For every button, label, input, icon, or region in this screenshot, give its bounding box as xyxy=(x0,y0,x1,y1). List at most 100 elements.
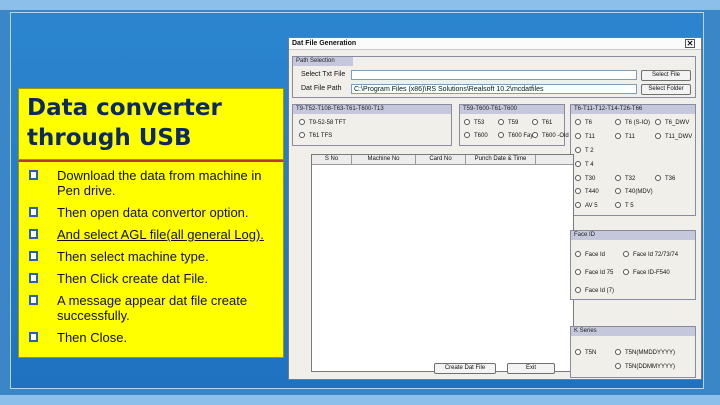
radio-t61-tfs[interactable]: T61 TFS xyxy=(299,132,332,140)
radio-t11-a[interactable]: T11 xyxy=(575,133,595,141)
txt-file-input[interactable] xyxy=(351,70,637,80)
radio-t6-sio[interactable]: T6 (S-IO) xyxy=(615,119,650,127)
k-series-header: K Series xyxy=(571,327,695,336)
radio-face-id[interactable]: Face Id xyxy=(575,251,605,259)
checkbox-bullet-icon xyxy=(29,273,38,283)
radio-t5[interactable]: T 5 xyxy=(615,202,634,210)
radio-icon xyxy=(623,269,629,275)
window-titlebar: Dat File Generation ✕ xyxy=(289,38,701,50)
radio-t5n-ddmmyyyy[interactable]: T5N(DDMMYYYY) xyxy=(615,363,675,371)
radio-t40-mdv[interactable]: T40(MDV) xyxy=(615,188,653,196)
machine-group-t9-header: T9-T52-T108-T63-T61-T600-T13 xyxy=(293,105,451,114)
close-icon[interactable]: ✕ xyxy=(685,39,695,48)
face-id-header: Face ID xyxy=(571,231,695,240)
slide-title-box: Data converter through USB xyxy=(18,88,284,160)
face-id-group: Face ID Face Id Face Id 72/73/74 Face Id… xyxy=(570,230,696,300)
radio-icon xyxy=(575,175,581,181)
checkbox-bullet-icon xyxy=(29,295,38,305)
dat-path-input[interactable]: C:\Program Files (x86)\RS Solutions\Real… xyxy=(351,84,637,94)
dat-file-generation-window: Dat File Generation ✕ Path Selection Sel… xyxy=(288,37,702,380)
radio-t5n[interactable]: T5N xyxy=(575,349,596,357)
radio-t6-dwv[interactable]: T6_DWV xyxy=(655,119,689,127)
grid-col-machine-no[interactable]: Machine No xyxy=(352,155,416,164)
radio-face-id-75[interactable]: Face Id 75 xyxy=(575,269,613,277)
radio-icon xyxy=(498,119,504,125)
radio-t11-b[interactable]: T11 xyxy=(615,133,635,141)
radio-t600[interactable]: T600 xyxy=(464,132,488,140)
radio-icon xyxy=(575,133,581,139)
radio-icon xyxy=(623,251,629,257)
checkbox-bullet-icon xyxy=(29,229,38,239)
radio-icon xyxy=(464,132,470,138)
k-series-group: K Series T5N T5N(MMDDYYYY) T5N(DDMMYYYY) xyxy=(570,326,696,378)
path-selection-header: Path Selection xyxy=(293,57,353,66)
radio-t30[interactable]: T30 xyxy=(575,175,595,183)
radio-t600-old[interactable]: T600 -Old xyxy=(532,132,569,140)
radio-icon xyxy=(575,188,581,194)
bullet-item: Then Click create dat File. xyxy=(25,271,277,286)
select-file-button[interactable]: Select File xyxy=(641,70,691,81)
radio-icon xyxy=(615,202,621,208)
radio-icon xyxy=(655,175,661,181)
slide-title: Data converter through USB xyxy=(27,95,222,151)
bottom-edge-band xyxy=(0,395,720,405)
exit-button[interactable]: Exit xyxy=(507,363,555,374)
radio-icon xyxy=(615,175,621,181)
radio-face-id-f540[interactable]: Face ID-F540 xyxy=(623,269,670,277)
radio-icon xyxy=(575,147,581,153)
machine-group-t9: T9-T52-T108-T63-T61-T600-T13 T9-52-58 TF… xyxy=(292,104,452,146)
radio-icon xyxy=(575,119,581,125)
radio-icon xyxy=(575,251,581,257)
radio-icon xyxy=(575,349,581,355)
radio-t61[interactable]: T61 xyxy=(532,119,552,127)
create-dat-file-button[interactable]: Create Dat File xyxy=(434,363,496,374)
grid-col-punch-date[interactable]: Punch Date & Time xyxy=(466,155,536,164)
radio-t9-52-58-tft[interactable]: T9-52-58 TFT xyxy=(299,119,346,127)
radio-t53[interactable]: T53 xyxy=(464,119,484,127)
radio-t4[interactable]: T 4 xyxy=(575,161,594,169)
radio-t32[interactable]: T32 xyxy=(615,175,635,183)
radio-face-id-72-73-74[interactable]: Face Id 72/73/74 xyxy=(623,251,678,259)
radio-icon xyxy=(575,269,581,275)
radio-t59[interactable]: T59 xyxy=(498,119,518,127)
bullet-item: Then open data convertor option. xyxy=(25,205,277,220)
radio-t11-dwv[interactable]: T11_DWV xyxy=(655,133,692,141)
radio-t5n-mmddyyyy[interactable]: T5N(MMDDYYYY) xyxy=(615,349,675,357)
radio-icon xyxy=(655,133,661,139)
radio-icon xyxy=(655,119,661,125)
radio-face-id-7[interactable]: Face Id (7) xyxy=(575,287,614,295)
radio-icon xyxy=(299,119,305,125)
radio-av5[interactable]: AV 5 xyxy=(575,202,598,210)
radio-t36[interactable]: T36 xyxy=(655,175,675,183)
bullet-list: Download the data from machine in Pen dr… xyxy=(18,160,284,358)
radio-t6[interactable]: T6 xyxy=(575,119,592,127)
radio-icon xyxy=(615,133,621,139)
top-edge-band xyxy=(0,0,720,10)
select-txt-label: Select Txt File xyxy=(301,71,346,78)
grid-header-row: S No Machine No Card No Punch Date & Tim… xyxy=(312,155,573,165)
radio-t600-fay[interactable]: T600 Fay xyxy=(498,132,533,140)
grid-col-card-no[interactable]: Card No xyxy=(416,155,466,164)
punch-data-grid[interactable]: S No Machine No Card No Punch Date & Tim… xyxy=(311,154,574,372)
bullet-item: A message appear dat file create success… xyxy=(25,293,277,323)
checkbox-bullet-icon xyxy=(29,332,38,342)
radio-icon xyxy=(575,161,581,167)
radio-t2[interactable]: T 2 xyxy=(575,147,594,155)
radio-icon xyxy=(498,132,504,138)
radio-icon xyxy=(575,202,581,208)
machine-group-t59: T59-T600-T61-T600 T53 T59 T61 T600 T600 … xyxy=(459,104,569,146)
bullet-item: And select AGL file(all general Log). xyxy=(25,227,277,242)
checkbox-bullet-icon xyxy=(29,251,38,261)
window-title: Dat File Generation xyxy=(292,40,357,47)
machine-group-t6: T6-T11-T12-T14-T26-T66 T6 T6 (S-IO) T6_D… xyxy=(570,104,696,216)
radio-icon xyxy=(615,363,621,369)
bullet-item: Then Close. xyxy=(25,330,277,345)
radio-icon xyxy=(532,132,538,138)
path-selection-group: Path Selection Select Txt File Select Fi… xyxy=(292,56,696,98)
radio-icon xyxy=(299,132,305,138)
grid-col-sno[interactable]: S No xyxy=(312,155,352,164)
radio-icon xyxy=(464,119,470,125)
checkbox-bullet-icon xyxy=(29,170,38,180)
radio-t440[interactable]: T440 xyxy=(575,188,599,196)
select-folder-button[interactable]: Select Folder xyxy=(641,84,691,95)
